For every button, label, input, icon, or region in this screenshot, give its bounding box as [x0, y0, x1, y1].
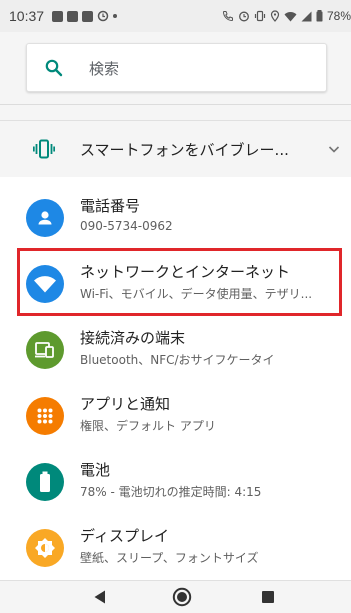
- item-title: 電池: [80, 461, 111, 479]
- item-title: 電話番号: [80, 197, 141, 215]
- battery-percentage: 78%: [326, 9, 351, 23]
- image-notification-icon: [52, 10, 64, 22]
- vibrate-status-icon: [254, 10, 266, 22]
- location-icon: [270, 10, 280, 22]
- home-icon[interactable]: [172, 587, 192, 607]
- devices-icon: [26, 331, 64, 369]
- battery-status-icon: [316, 10, 323, 22]
- settings-list: 電話番号 090-5734-0962 ネットワークとインターネット Wi-Fi、…: [0, 177, 351, 580]
- message-notification-icon-2: [82, 10, 94, 22]
- list-item-connected-devices[interactable]: 接続済みの端末 Bluetooth、NFC/おサイフケータイ: [0, 317, 351, 383]
- status-right: 78%: [222, 0, 351, 32]
- item-title: ネットワークとインターネット: [80, 263, 291, 281]
- notification-icons: [52, 10, 118, 22]
- item-title: ディスプレイ: [80, 527, 169, 545]
- status-bar: 10:37 78%: [0, 0, 351, 32]
- list-item-display[interactable]: ディスプレイ 壁紙、スリープ、フォントサイズ: [0, 515, 351, 581]
- search-bar[interactable]: 検索: [26, 43, 327, 92]
- suggestion-row[interactable]: スマートフォンをバイブレー...: [0, 120, 351, 177]
- brightness-icon: [26, 529, 64, 567]
- search-area: 検索: [0, 32, 351, 105]
- list-item-battery[interactable]: 電池 78% - 電池切れの推定時間: 4:15: [0, 449, 351, 515]
- wifi-status-icon: [284, 11, 297, 21]
- item-subtitle: 権限、デフォルト アプリ: [80, 419, 216, 433]
- recents-icon[interactable]: [262, 591, 274, 603]
- item-subtitle: 090-5734-0962: [80, 219, 173, 233]
- navigation-bar: [0, 580, 351, 613]
- list-item-phone-number[interactable]: 電話番号 090-5734-0962: [0, 185, 351, 251]
- item-title: 接続済みの端末: [80, 329, 186, 347]
- apps-icon: [26, 397, 64, 435]
- person-icon: [26, 199, 64, 237]
- alarm-icon: [239, 11, 249, 22]
- item-subtitle: Wi-Fi、モバイル、データ使用量、テザリ...: [80, 287, 313, 301]
- battery-icon: [26, 463, 64, 501]
- more-notifications-dot: [113, 14, 118, 18]
- list-item-network-internet[interactable]: ネットワークとインターネット Wi-Fi、モバイル、データ使用量、テザリ...: [0, 251, 351, 317]
- message-notification-icon: [67, 10, 79, 22]
- signal-icon: [301, 11, 312, 21]
- suggestion-label: スマートフォンをバイブレー...: [80, 141, 289, 159]
- wifi-icon: [26, 265, 64, 303]
- search-placeholder: 検索: [89, 60, 120, 78]
- item-subtitle: 78% - 電池切れの推定時間: 4:15: [80, 485, 262, 499]
- back-icon[interactable]: [94, 590, 106, 604]
- item-subtitle: 壁紙、スリープ、フォントサイズ: [80, 551, 259, 565]
- status-time: 10:37: [9, 8, 45, 24]
- list-item-apps-notifications[interactable]: アプリと通知 権限、デフォルト アプリ: [0, 383, 351, 449]
- chevron-down-icon[interactable]: [327, 142, 341, 156]
- item-subtitle: Bluetooth、NFC/おサイフケータイ: [80, 353, 275, 367]
- call-icon: [222, 11, 233, 22]
- vibration-icon: [33, 139, 55, 159]
- item-title: アプリと通知: [80, 395, 171, 413]
- alarm-notification-icon: [97, 10, 109, 22]
- search-icon: [45, 59, 63, 77]
